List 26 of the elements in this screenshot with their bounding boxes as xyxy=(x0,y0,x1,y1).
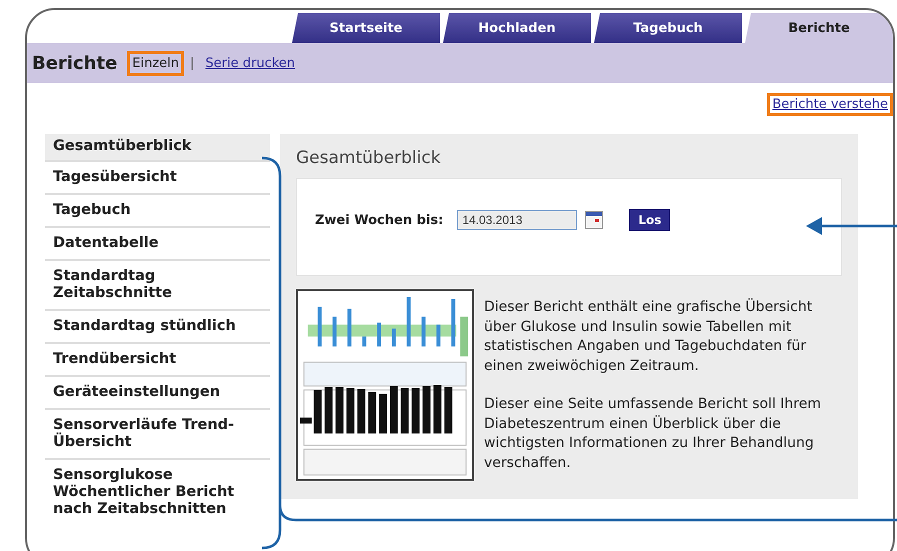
report-menu-item[interactable]: Datentabelle xyxy=(45,228,270,259)
page-title: Berichte xyxy=(32,52,118,74)
print-series-link[interactable]: Serie drucken xyxy=(200,50,300,76)
report-description: Dieser eine Seite umfassende Bericht soll Ihrem Diabeteszentrum einen Überblick über die wichtigsten Informationen zu Ihrer Behandlung verschaffen. xyxy=(484,395,822,472)
report-description: Dieser Bericht enthält eine grafische Übersicht über Glukose und Insulin sowie Tabellen mit statistischen Angaben und Tagebuchdaten für einen zweiwöchigen Zeitraum. xyxy=(484,298,814,376)
report-menu-item[interactable]: Sensorverläufe Trend-Übersicht xyxy=(45,410,270,458)
calendar-icon[interactable] xyxy=(585,211,604,229)
nav-tab[interactable]: Startseite xyxy=(292,13,440,43)
report-title: Gesamtüberblick xyxy=(296,148,442,168)
report-menu-item[interactable]: Sensorglukose Wöchentlicher Bericht nach Zeitabschnitten xyxy=(45,460,270,525)
report-menu-item[interactable]: Standardtag Zeitabschnitte xyxy=(45,261,270,309)
report-menu-item[interactable]: Gesamtüberblick xyxy=(45,134,270,160)
report-menu-item[interactable]: Tagesübersicht xyxy=(45,162,270,193)
date-label: Zwei Wochen bis: xyxy=(315,212,444,228)
go-button[interactable]: Los xyxy=(629,209,670,231)
date-field[interactable]: 14.03.2013 xyxy=(457,210,578,230)
report-menu-item[interactable]: Trendübersicht xyxy=(45,344,270,375)
nav-tab[interactable]: Berichte xyxy=(745,13,893,43)
report-menu-item[interactable]: Geräteeinstellungen xyxy=(45,377,270,408)
nav-tab[interactable]: Tagebuch xyxy=(594,13,742,43)
current-view-label[interactable]: Einzeln xyxy=(127,50,184,76)
nav-tab[interactable]: Hochladen xyxy=(443,13,591,43)
link-separator: | xyxy=(190,56,194,70)
report-menu-item[interactable]: Standardtag stündlich xyxy=(45,311,270,342)
help-link[interactable]: Berichte verstehe xyxy=(767,93,893,116)
report-menu-item[interactable]: Tagebuch xyxy=(45,195,270,226)
